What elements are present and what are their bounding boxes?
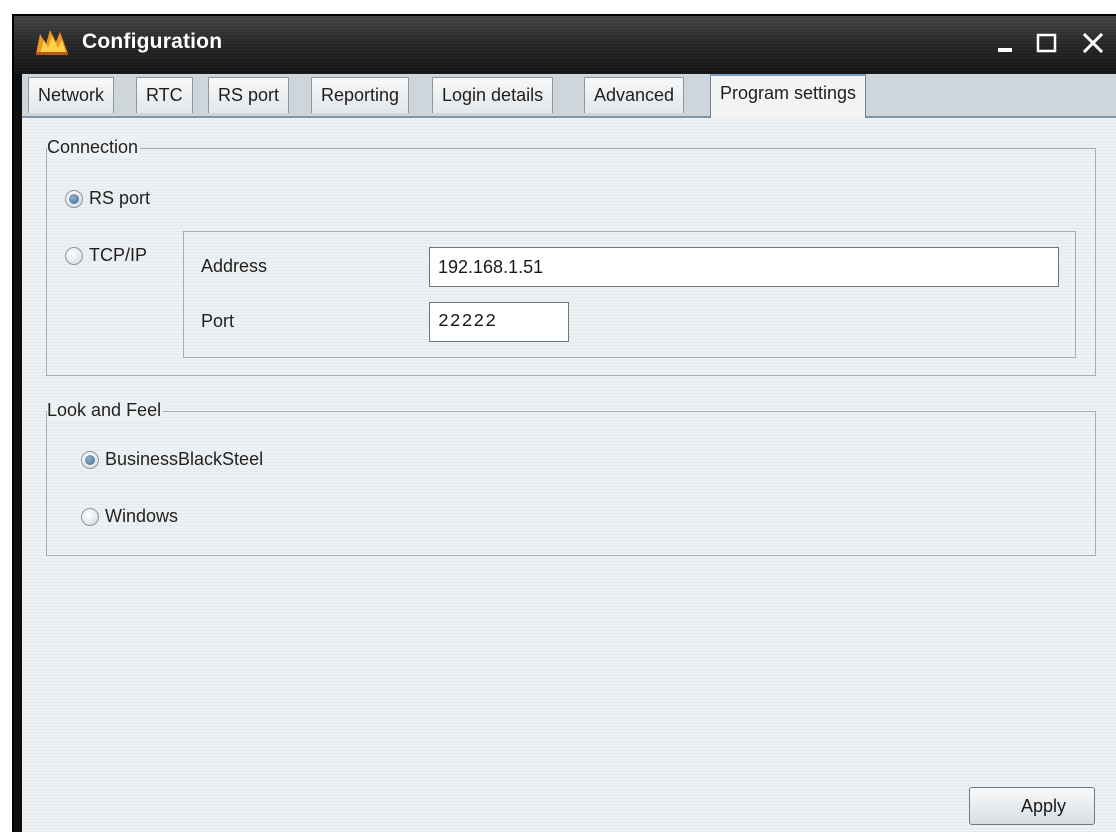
business-black-steel-radio-label: BusinessBlackSteel (105, 449, 264, 469)
connection-group: Connection RS port TCP/IP Address Port (46, 137, 1096, 376)
rs-port-radio-label: RS port (89, 188, 151, 208)
tab-rtc[interactable]: RTC (136, 77, 193, 113)
tab-rs-port[interactable]: RS port (208, 77, 290, 113)
program-settings-panel: Connection RS port TCP/IP Address Port L… (22, 116, 1116, 832)
windows-radio-label: Windows (105, 506, 179, 526)
look-and-feel-legend: Look and Feel (47, 400, 164, 421)
connection-legend: Connection (47, 137, 141, 158)
port-label: Port (201, 311, 235, 331)
tab-network[interactable]: Network (28, 77, 115, 113)
tab-strip: Network RTC RS port Reporting Login deta… (22, 74, 1116, 118)
title-bar[interactable]: Configuration (14, 16, 1116, 74)
tab-program-settings[interactable]: Program settings (710, 74, 867, 118)
windows-radio[interactable]: Windows (81, 506, 178, 527)
maximize-icon[interactable] (1034, 30, 1060, 56)
port-input[interactable] (429, 302, 569, 342)
minimize-icon[interactable] (994, 30, 1020, 56)
tab-login-details[interactable]: Login details (432, 77, 554, 113)
window-title: Configuration (82, 30, 223, 53)
windows-radio-dot[interactable] (81, 507, 99, 526)
apply-button[interactable]: Apply (969, 787, 1095, 825)
tcp-ip-radio-label: TCP/IP (89, 245, 148, 265)
tab-reporting[interactable]: Reporting (311, 77, 410, 113)
business-black-steel-radio-dot[interactable] (81, 450, 99, 469)
rs-port-radio[interactable]: RS port (65, 188, 150, 209)
look-and-feel-group: Look and Feel BusinessBlackSteel Windows (46, 400, 1096, 556)
tcp-ip-radio[interactable]: TCP/IP (65, 245, 147, 266)
close-icon[interactable] (1080, 30, 1106, 56)
configuration-window: Configuration Network RTC RS port Report… (12, 14, 1116, 832)
tcp-ip-radio-dot[interactable] (65, 246, 83, 265)
rs-port-radio-dot[interactable] (65, 189, 83, 208)
address-label: Address (201, 256, 268, 276)
address-input[interactable] (429, 247, 1059, 287)
business-black-steel-radio[interactable]: BusinessBlackSteel (81, 449, 263, 470)
tcp-ip-settings-panel: Address Port (183, 231, 1076, 358)
app-icon (36, 30, 68, 55)
tab-advanced[interactable]: Advanced (584, 77, 685, 113)
